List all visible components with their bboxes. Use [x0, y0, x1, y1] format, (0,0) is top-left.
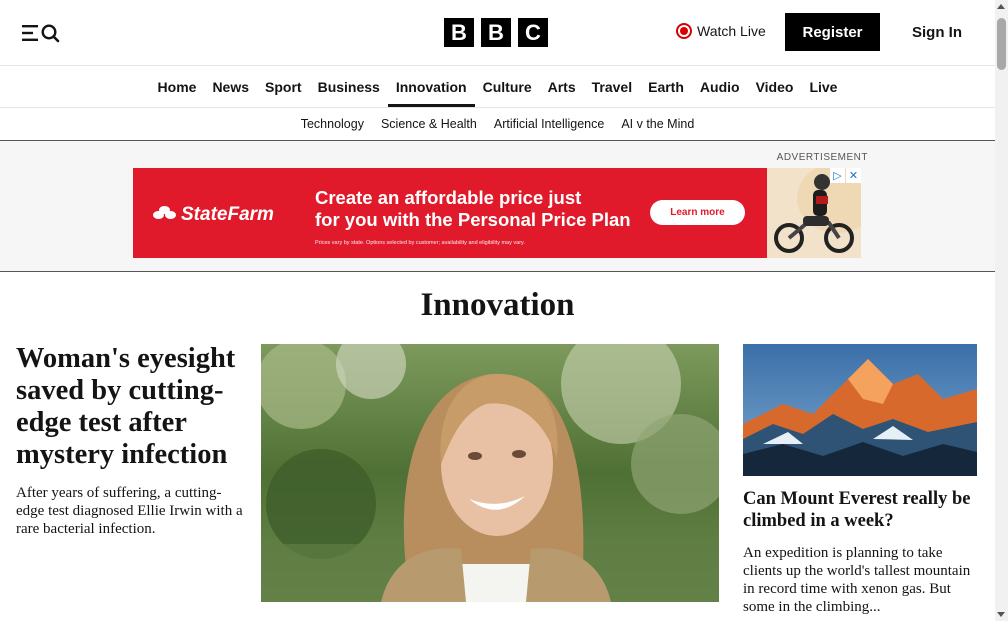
ad-choices[interactable]: ▷ ✕ — [830, 168, 861, 183]
nav-item-sport[interactable]: Sport — [257, 66, 310, 107]
live-radio-icon — [676, 23, 692, 39]
side-story-image[interactable] — [743, 344, 977, 476]
nav-item-earth[interactable]: Earth — [640, 66, 692, 107]
register-button[interactable]: Register — [785, 13, 880, 51]
nav-item-home[interactable]: Home — [150, 66, 205, 107]
nav-item-culture[interactable]: Culture — [475, 66, 540, 107]
close-ad-icon[interactable]: ✕ — [846, 168, 861, 183]
sub-nav: Technology Science & Health Artificial I… — [0, 108, 995, 141]
side-story-description: An expedition is planning to take client… — [743, 545, 971, 615]
subnav-item-artificial-intelligence[interactable]: Artificial Intelligence — [494, 108, 604, 140]
statefarm-banner-ad[interactable]: StateFarm Create an affordable price jus… — [133, 168, 861, 258]
logo-letter: C — [518, 18, 548, 47]
top-bar: B B C Watch Live Register Sign In — [0, 0, 995, 66]
scroll-up-arrow-icon[interactable] — [997, 4, 1005, 9]
subnav-item-science-health[interactable]: Science & Health — [381, 108, 477, 140]
main-nav: Home News Sport Business Innovation Cult… — [0, 66, 995, 108]
logo-letter: B — [444, 18, 474, 47]
advertisement-label: ADVERTISEMENT — [776, 152, 868, 163]
watch-live-label: Watch Live — [697, 23, 766, 39]
ad-learn-more-button[interactable]: Learn more — [650, 200, 745, 225]
statefarm-logo: StateFarm — [153, 204, 274, 226]
lead-story-image[interactable] — [261, 344, 719, 602]
lead-story[interactable]: Woman's eyesight saved by cutting-edge t… — [16, 343, 244, 538]
page-title: Innovation — [420, 287, 575, 323]
watch-live-link[interactable]: Watch Live — [676, 23, 766, 39]
scrollbar-thumb[interactable] — [997, 18, 1006, 70]
nav-item-audio[interactable]: Audio — [692, 66, 748, 107]
page-scrollbar[interactable] — [995, 0, 1008, 621]
ad-headline-line-2: for you with the Personal Price Plan — [315, 209, 631, 230]
bbc-logo[interactable]: B B C — [444, 18, 548, 47]
nav-item-travel[interactable]: Travel — [584, 66, 640, 107]
ad-headline-line-1: Create an affordable price just — [315, 187, 582, 208]
subnav-item-ai-v-the-mind[interactable]: AI v the Mind — [621, 108, 694, 140]
nav-item-business[interactable]: Business — [310, 66, 388, 107]
subnav-item-technology[interactable]: Technology — [301, 108, 364, 140]
nav-item-news[interactable]: News — [204, 66, 257, 107]
ad-fine-print: Prices vary by state. Options selected b… — [315, 240, 525, 246]
logo-letter: B — [481, 18, 511, 47]
statefarm-brand: StateFarm — [181, 204, 274, 225]
ad-choices-icon[interactable]: ▷ — [830, 168, 845, 183]
menu-search-button[interactable] — [20, 20, 64, 46]
scroll-down-arrow-icon[interactable] — [997, 612, 1005, 617]
sign-in-button[interactable]: Sign In — [898, 13, 976, 51]
nav-item-innovation[interactable]: Innovation — [387, 66, 475, 107]
side-story-title[interactable]: Can Mount Everest really be climbed in a… — [743, 488, 977, 532]
menu-search-icon — [22, 24, 60, 43]
nav-item-live[interactable]: Live — [801, 66, 845, 107]
advertisement-area: ADVERTISEMENT StateFarm Create an afford… — [0, 141, 995, 272]
nav-item-arts[interactable]: Arts — [540, 66, 584, 107]
lead-story-description: After years of suffering, a cutting-edge… — [16, 485, 243, 537]
nav-item-video[interactable]: Video — [748, 66, 802, 107]
ad-headline: Create an affordable price just for you … — [315, 187, 631, 231]
lead-story-title[interactable]: Woman's eyesight saved by cutting-edge t… — [16, 343, 244, 471]
statefarm-ovals-icon — [153, 206, 177, 224]
